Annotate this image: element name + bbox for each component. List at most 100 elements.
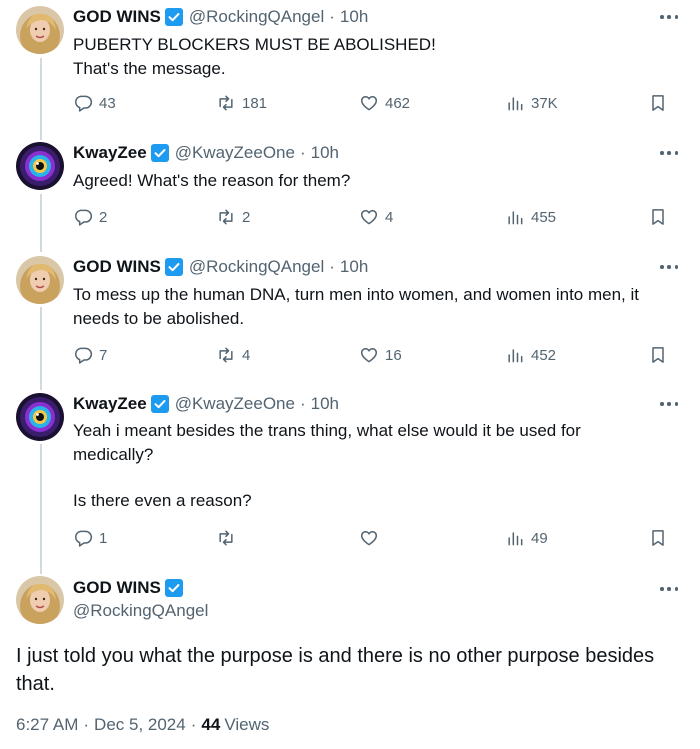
views-button[interactable]: 452 [505,344,556,366]
retweet-button[interactable] [216,527,242,549]
post-date[interactable]: Dec 5, 2024 [94,715,186,735]
tweet-header: KwayZee @KwayZeeOne · 10h [73,393,339,415]
reply-button[interactable]: 2 [73,206,107,228]
view-count: 452 [531,346,557,364]
reply-tweet[interactable]: GOD WINS @RockingQAngel · 10h PUBERTY BL… [0,6,700,124]
like-button[interactable]: 16 [359,344,402,366]
separator: · [329,7,335,26]
display-name[interactable]: GOD WINS [73,7,161,27]
tweet-header: GOD WINS @RockingQAngel [73,577,208,621]
reply-tweet[interactable]: KwayZee @KwayZeeOne · 10h Yeah i meant b… [0,393,700,558]
verified-badge-icon [150,395,169,413]
tweet-text-line [73,467,673,489]
tweet-text: PUBERTY BLOCKERS MUST BE ABOLISHED! That… [73,33,673,81]
tweet-text-line: To mess up the human DNA, turn men into … [73,285,639,304]
like-button[interactable] [359,527,385,549]
view-count: 37K [531,94,558,112]
views-button[interactable]: 455 [505,206,556,228]
views-button[interactable]: 37K [505,92,558,114]
timestamp[interactable]: 10h [311,143,339,163]
retweet-button[interactable]: 4 [216,344,250,366]
more-options-icon[interactable] [660,395,678,413]
retweet-icon [219,347,233,363]
heart-icon [360,531,378,546]
glowing-eye-avatar-icon [16,393,64,441]
reply-count: 7 [99,346,108,364]
handle[interactable]: @KwayZeeOne [175,394,295,414]
verified-badge-icon [150,144,169,162]
tweet-text-line: Is there even a reason? [73,491,252,510]
analytics-icon [508,349,523,363]
handle[interactable]: @RockingQAngel [73,601,208,621]
avatar[interactable] [16,6,64,54]
display-name[interactable]: GOD WINS [73,578,161,598]
separator: · [190,715,197,734]
like-count: 4 [385,208,394,226]
tweet-text-line: I just told you what the purpose is and … [16,645,655,667]
reply-button[interactable]: 1 [73,527,107,549]
timestamp[interactable]: 10h [340,257,368,277]
bookmark-button[interactable] [648,206,674,228]
retweet-icon [219,209,233,225]
display-name[interactable]: KwayZee [73,143,147,163]
glowing-eye-avatar-icon [16,142,64,190]
reply-icon [75,347,93,364]
avatar[interactable] [16,256,64,304]
bookmark-icon [652,209,664,225]
action-bar: 43 181 462 37K [73,92,673,114]
blonde-woman-avatar-icon [16,576,64,624]
display-name[interactable]: GOD WINS [73,257,161,277]
blonde-woman-avatar-icon [16,256,64,304]
tweet-text-line: Yeah i meant besides the trans thing, wh… [73,421,581,440]
verified-badge-icon [164,8,183,26]
avatar[interactable] [16,576,64,624]
bookmark-button[interactable] [648,527,674,549]
tweet-header: KwayZee @KwayZeeOne · 10h [73,142,339,164]
more-options-icon[interactable] [660,258,678,276]
views-button[interactable]: 49 [505,527,548,549]
reply-count: 43 [99,94,116,112]
reply-button[interactable]: 7 [73,344,107,366]
avatar[interactable] [16,393,64,441]
retweet-button[interactable]: 2 [216,206,250,228]
reply-tweet[interactable]: GOD WINS @RockingQAngel · 10h To mess up… [0,256,700,376]
reply-tweet[interactable]: KwayZee @KwayZeeOne · 10h Agreed! What's… [0,142,700,242]
tweet-text: Yeah i meant besides the trans thing, wh… [73,419,673,513]
reply-button[interactable]: 43 [73,92,116,114]
handle[interactable]: @KwayZeeOne [175,143,295,163]
separator: · [83,715,90,734]
tweet-meta: 6:27 AM · Dec 5, 2024 · 44 Views [16,715,269,735]
views-label: Views [224,715,270,734]
action-bar: 7 4 16 452 [73,344,673,366]
reply-icon [75,209,93,226]
views-count: 44 [201,715,221,734]
heart-icon [360,348,378,363]
bookmark-icon [652,347,664,363]
display-name[interactable]: KwayZee [73,394,147,414]
bookmark-button[interactable] [648,344,674,366]
post-time[interactable]: 6:27 AM [16,715,78,735]
view-count: 455 [531,208,557,226]
timestamp[interactable]: 10h [311,394,339,414]
like-button[interactable]: 4 [359,206,393,228]
retweet-button[interactable]: 181 [216,92,267,114]
action-bar: 2 2 4 455 [73,206,673,228]
bookmark-icon [652,95,664,111]
more-options-icon[interactable] [660,8,678,26]
more-options-icon[interactable] [660,144,678,162]
action-bar: 1 49 [73,527,673,549]
avatar[interactable] [16,142,64,190]
tweet-header: GOD WINS @RockingQAngel · 10h [73,6,368,28]
tweet-text-line: PUBERTY BLOCKERS MUST BE ABOLISHED! [73,35,436,54]
more-options-icon[interactable] [660,580,678,598]
handle[interactable]: @RockingQAngel [189,7,324,27]
handle[interactable]: @RockingQAngel [189,257,324,277]
tweet-text: To mess up the human DNA, turn men into … [73,283,673,331]
main-tweet: GOD WINS @RockingQAngel [0,576,700,636]
analytics-icon [508,97,523,111]
bookmark-button[interactable] [648,92,674,114]
like-button[interactable]: 462 [359,92,410,114]
tweet-header: GOD WINS @RockingQAngel · 10h [73,256,368,278]
retweet-icon [219,530,233,546]
timestamp[interactable]: 10h [340,7,368,27]
